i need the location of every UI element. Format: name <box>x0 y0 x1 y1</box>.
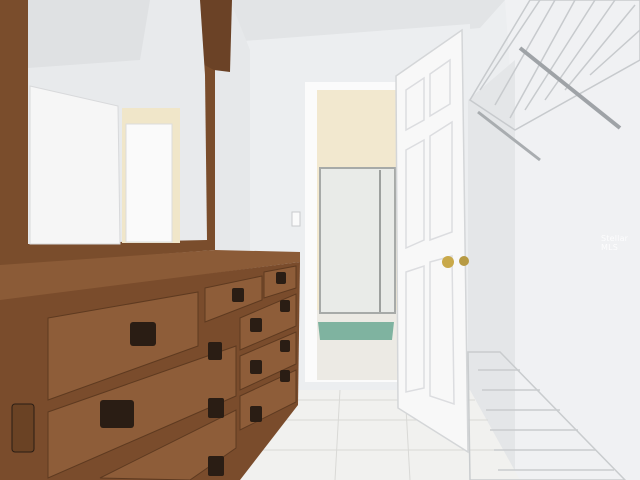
bath-rug <box>318 322 394 340</box>
dresser-side-pull <box>11 403 35 453</box>
shower-enclosure <box>319 167 396 314</box>
drawer-pull-icon <box>208 398 224 418</box>
drawer-pull-icon <box>280 340 290 352</box>
drawer-pull-icon <box>276 272 286 284</box>
drawer-pull-icon <box>250 318 262 332</box>
light-switch <box>291 211 301 227</box>
drawer-pull-icon <box>250 360 262 374</box>
mirror-reflected-door <box>29 85 121 245</box>
drawer-pull-icon <box>280 300 290 312</box>
bathroom-floor <box>317 310 397 380</box>
scene-illustration <box>0 0 640 480</box>
drawer-pull-icon <box>100 400 134 428</box>
drawer-pull-icon <box>250 406 262 422</box>
door-knob-icon <box>442 256 454 268</box>
closet-scene: Stellar MLS <box>0 0 640 480</box>
drawer-pull-icon <box>208 342 222 360</box>
open-door <box>395 28 469 454</box>
drawer-pull-icon <box>232 288 244 302</box>
drawer-pull-icon <box>208 456 224 476</box>
drawer-pull-icon <box>130 322 156 346</box>
drawer-pull-icon <box>280 370 290 382</box>
watermark-text: Stellar MLS <box>601 234 629 252</box>
